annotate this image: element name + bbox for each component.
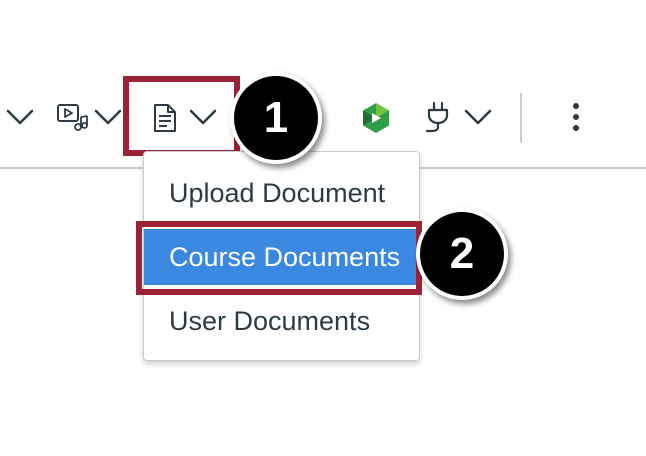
chevron-down-icon[interactable] [6, 108, 34, 126]
step-2-highlight [136, 221, 422, 295]
toolbar-divider [520, 93, 522, 143]
menu-item-label: Upload Document [169, 177, 386, 208]
menu-item-user-documents[interactable]: User Documents [144, 293, 419, 349]
menu-item-label: User Documents [169, 305, 371, 336]
plug-icon [424, 101, 452, 133]
step-2-callout: 2 [416, 208, 508, 300]
chevron-down-icon [464, 108, 492, 126]
chevron-down-icon [94, 108, 122, 126]
menu-item-upload-document[interactable]: Upload Document [144, 165, 419, 221]
more-options-icon[interactable] [570, 102, 582, 132]
step-1-callout: 1 [230, 72, 322, 164]
studio-logo-icon[interactable] [361, 102, 391, 134]
media-icon [56, 103, 90, 131]
step-1-highlight [123, 76, 240, 156]
